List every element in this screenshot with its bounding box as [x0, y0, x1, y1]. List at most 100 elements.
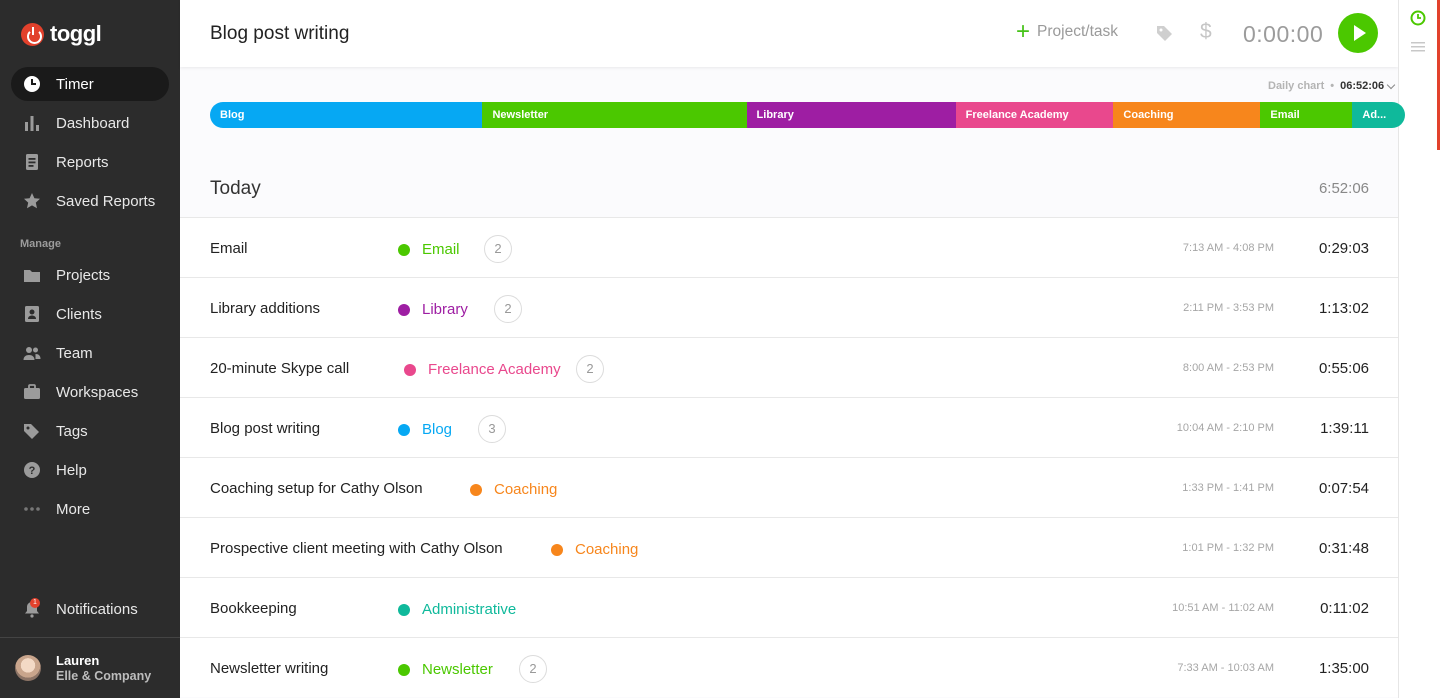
entry-duration[interactable]: 0:31:48	[1319, 540, 1369, 557]
project-color-dot	[551, 543, 563, 556]
chart-segment[interactable]: Library	[746, 102, 956, 128]
project-task-label: Project/task	[1037, 23, 1118, 40]
entry-group-count[interactable]: 2	[519, 655, 547, 683]
entry-group-count[interactable]: 3	[478, 415, 506, 443]
entry-duration[interactable]: 1:13:02	[1319, 300, 1369, 317]
time-entry-row[interactable]: Bookkeeping Administrative 10:51 AM - 11:0…	[180, 577, 1398, 637]
sidebar-item-help[interactable]: ? Help	[11, 453, 169, 487]
entry-time-range[interactable]: 2:11 PM - 3:53 PM	[1183, 302, 1274, 314]
entry-group-count[interactable]: 2	[484, 235, 512, 263]
time-entry-row[interactable]: Prospective client meeting with Cathy Ol…	[180, 517, 1398, 577]
sidebar-item-tags[interactable]: Tags	[11, 414, 169, 448]
project-task-button[interactable]: + Project/task	[1016, 20, 1118, 44]
entry-group-count[interactable]: 2	[494, 295, 522, 323]
entry-time-range[interactable]: 7:33 AM - 10:03 AM	[1177, 662, 1274, 674]
sidebar-item-label: Team	[56, 344, 93, 362]
chevron-down-icon	[1386, 80, 1396, 89]
time-entry-row[interactable]: Coaching setup for Cathy Olson Coaching 1:…	[180, 457, 1398, 517]
briefcase-icon	[23, 383, 41, 401]
description-input[interactable]: Blog post writing	[210, 23, 349, 45]
project-color-dot	[398, 243, 410, 256]
daily-chart-toggle[interactable]: Daily chart • 06:52:06	[1268, 80, 1396, 92]
separator-dot: •	[1330, 80, 1335, 92]
timer-mode-clock-icon[interactable]	[1410, 10, 1426, 31]
right-panel	[1398, 0, 1440, 698]
time-entry-row[interactable]: Newsletter writing Newsletter 2 7:33 AM - 1…	[180, 637, 1398, 697]
time-entry-row[interactable]: Library additions Library 2 2:11 PM - 3:53 …	[180, 277, 1398, 337]
entry-time-range[interactable]: 1:33 PM - 1:41 PM	[1182, 482, 1274, 494]
logo-text: toggl	[50, 21, 102, 46]
avatar	[15, 655, 41, 681]
sidebar-item-team[interactable]: Team	[11, 336, 169, 370]
entry-project[interactable]: Freelance Academy	[404, 361, 561, 378]
entry-description[interactable]: Coaching setup for Cathy Olson	[210, 480, 423, 497]
project-name: Administrative	[422, 601, 517, 618]
time-entry-row[interactable]: 20-minute Skype call Freelance Academy 2 8:…	[180, 337, 1398, 397]
start-timer-button[interactable]	[1338, 13, 1378, 53]
sidebar-item-label: Timer	[56, 75, 94, 93]
entry-description[interactable]: Bookkeeping	[210, 600, 297, 617]
entry-time-range[interactable]: 10:04 AM - 2:10 PM	[1177, 422, 1274, 434]
entry-description[interactable]: Newsletter writing	[210, 660, 328, 677]
sidebar-item-more[interactable]: More	[11, 492, 169, 526]
time-entry-row[interactable]: Email Email 2 7:13 AM - 4:08 PM 0:29:03	[180, 217, 1398, 277]
sidebar-item-saved-reports[interactable]: Saved Reports	[11, 184, 169, 218]
daily-chart-total: 06:52:06	[1340, 80, 1385, 92]
chart-segment[interactable]: Blog	[210, 102, 483, 128]
entry-duration[interactable]: 1:35:00	[1319, 660, 1369, 677]
toggl-logo[interactable]: toggl	[21, 21, 102, 47]
billable-dollar-icon[interactable]: $	[1200, 20, 1212, 44]
entry-project[interactable]: Library	[398, 301, 468, 318]
chart-segment[interactable]: Email	[1260, 102, 1353, 128]
manual-mode-list-icon[interactable]	[1411, 40, 1425, 59]
entry-duration[interactable]: 0:55:06	[1319, 360, 1369, 377]
document-icon	[23, 153, 41, 171]
entry-project[interactable]: Coaching	[470, 481, 557, 498]
project-name: Freelance Academy	[428, 361, 561, 378]
chart-segment[interactable]: Newsletter	[482, 102, 747, 128]
chart-segment[interactable]: Ad...	[1352, 102, 1405, 128]
entry-description[interactable]: Prospective client meeting with Cathy Ol…	[210, 540, 503, 557]
entry-description[interactable]: Blog post writing	[210, 420, 320, 437]
user-profile[interactable]: Lauren Elle & Company	[0, 637, 180, 698]
entry-time-range[interactable]: 1:01 PM - 1:32 PM	[1182, 542, 1274, 554]
sidebar-item-clients[interactable]: Clients	[11, 297, 169, 331]
entry-project[interactable]: Newsletter	[398, 661, 493, 678]
sidebar-item-workspaces[interactable]: Workspaces	[11, 375, 169, 409]
sidebar-item-label: Projects	[56, 266, 111, 284]
chart-segment[interactable]: Freelance Academy	[955, 102, 1114, 128]
project-name: Library	[422, 301, 468, 318]
user-workspace: Elle & Company	[56, 669, 152, 683]
entry-time-range[interactable]: 7:13 AM - 4:08 PM	[1183, 242, 1274, 254]
entry-group-count[interactable]: 2	[576, 355, 604, 383]
sidebar-item-timer[interactable]: Timer	[11, 67, 169, 101]
day-label: Today	[210, 178, 261, 199]
entry-project[interactable]: Coaching	[551, 541, 638, 558]
chart-segment[interactable]: Coaching	[1113, 102, 1261, 128]
entry-duration[interactable]: 1:39:11	[1320, 420, 1369, 437]
sidebar-item-dashboard[interactable]: Dashboard	[11, 106, 169, 140]
entry-duration[interactable]: 0:07:54	[1319, 480, 1369, 497]
people-icon	[23, 344, 41, 362]
svg-text:?: ?	[29, 465, 36, 477]
sidebar-item-reports[interactable]: Reports	[11, 145, 169, 179]
time-entry-row[interactable]: Blog post writing Blog 3 10:04 AM - 2:10 PM…	[180, 397, 1398, 457]
entry-duration[interactable]: 0:11:02	[1320, 600, 1369, 617]
sidebar-item-label: Help	[56, 461, 87, 479]
project-color-dot	[398, 663, 410, 676]
entry-time-range[interactable]: 8:00 AM - 2:53 PM	[1183, 362, 1274, 374]
entry-description[interactable]: Library additions	[210, 300, 320, 317]
entry-time-range[interactable]: 10:51 AM - 11:02 AM	[1172, 602, 1274, 614]
day-total: 6:52:06	[1318, 180, 1369, 197]
entry-project[interactable]: Blog	[398, 421, 452, 438]
project-name: Coaching	[575, 541, 639, 558]
entry-description[interactable]: Email	[210, 240, 248, 257]
entry-duration[interactable]: 0:29:03	[1319, 240, 1369, 257]
project-color-dot	[398, 423, 410, 436]
entry-project[interactable]: Administrative	[398, 601, 516, 618]
tag-icon[interactable]	[1156, 24, 1174, 47]
entry-project[interactable]: Email	[398, 241, 460, 258]
entry-description[interactable]: 20-minute Skype call	[210, 360, 349, 377]
project-name: Email	[422, 241, 460, 258]
sidebar-item-projects[interactable]: Projects	[11, 258, 169, 292]
